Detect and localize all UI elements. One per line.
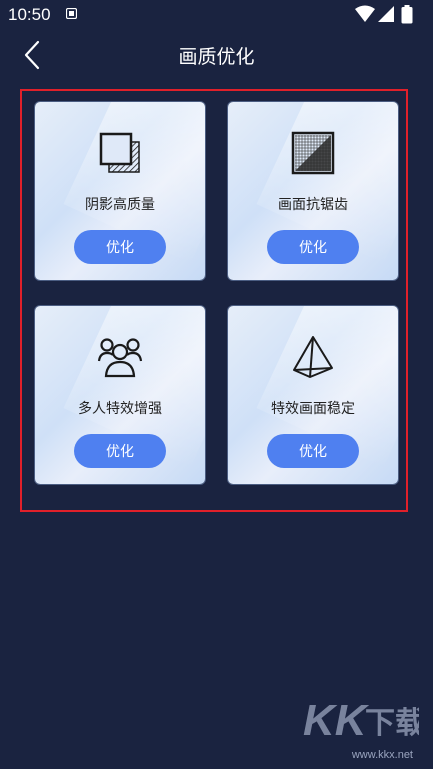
notification-icon [66,8,77,19]
card-anti-aliasing: 画面抗锯齿 优化 [228,102,398,280]
watermark-logo: KK 下载 [303,696,419,745]
wifi-icon [355,5,375,22]
svg-text:下载: 下载 [365,706,419,741]
optimize-button[interactable]: 优化 [74,434,166,468]
shadow-layer-icon [99,132,140,173]
anti-alias-grid-icon [291,131,335,175]
page-title: 画质优化 [178,46,255,68]
watermark-url: www.kkx.net [351,749,413,761]
battery-icon [401,5,413,24]
pyramid-icon [293,336,333,378]
multi-user-icon [97,338,143,378]
card-label: 画面抗锯齿 [278,197,348,213]
svg-text:KK: KK [303,696,370,745]
optimize-button[interactable]: 优化 [267,434,359,468]
status-bar: 10:50 [0,0,433,30]
card-label: 多人特效增强 [78,401,162,417]
card-multi-effect: 多人特效增强 优化 [35,306,205,484]
card-label: 特效画面稳定 [271,401,355,417]
cellular-icon [378,6,394,22]
optimize-button[interactable]: 优化 [267,230,359,264]
status-time: 10:50 [8,5,51,24]
card-shadow-quality: 阴影高质量 优化 [35,102,205,280]
status-indicators [355,5,425,25]
card-effect-stability: 特效画面稳定 优化 [228,306,398,484]
optimize-button[interactable]: 优化 [74,230,166,264]
card-label: 阴影高质量 [85,197,155,213]
header: 画质优化 [0,30,433,80]
